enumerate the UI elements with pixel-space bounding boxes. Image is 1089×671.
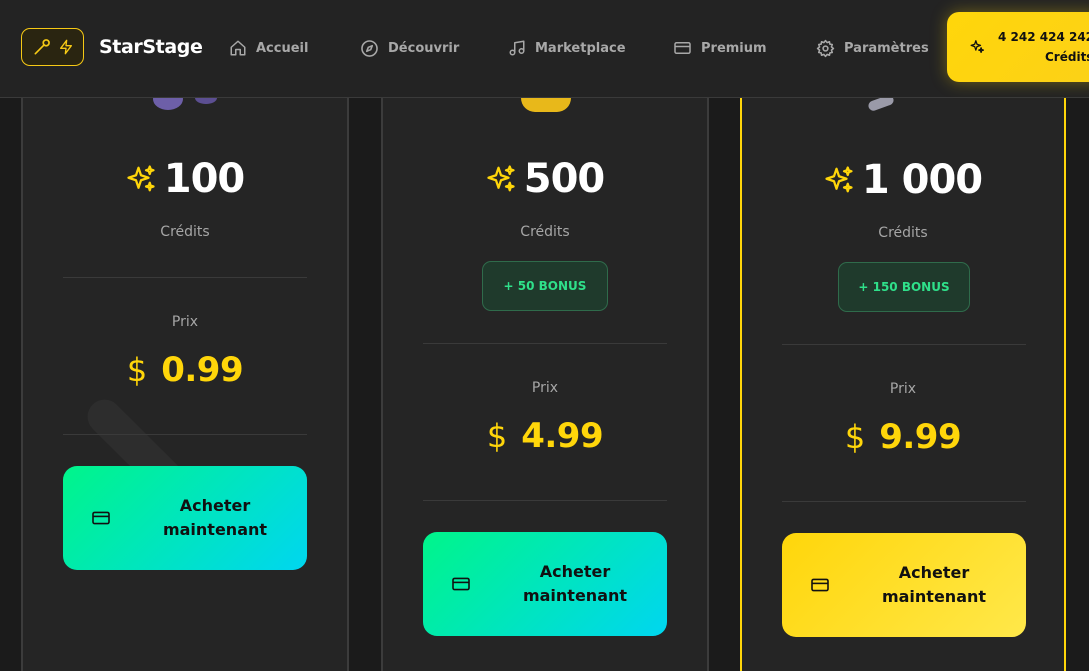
sparkle-icon xyxy=(487,165,515,192)
pack-amount-row: 500 xyxy=(383,156,707,202)
pack-amount-row: 1 000 xyxy=(742,157,1064,203)
pack-amount: 1 000 xyxy=(861,157,983,203)
pack-amount-row: 100 xyxy=(23,156,347,202)
credits-amount: 4 242 424 242 4 xyxy=(998,30,1089,44)
gear-icon xyxy=(816,39,835,57)
price-label: Prix xyxy=(171,314,199,330)
credit-pack-card: 500 Crédits + 50 BONUS Prix $ 4.99 Achet… xyxy=(381,40,709,671)
buy-button-label: Acheter maintenant xyxy=(881,563,987,606)
divider xyxy=(63,277,307,278)
buy-now-button[interactable]: Acheter maintenant xyxy=(63,466,307,570)
compass-icon xyxy=(361,39,378,57)
price-label: Prix xyxy=(889,381,917,397)
divider xyxy=(782,501,1026,502)
brand-name: StarStage xyxy=(99,36,203,58)
bonus-badge: + 50 BONUS xyxy=(482,261,608,311)
bonus-badge: + 150 BONUS xyxy=(838,262,970,312)
price-row: $ 4.99 xyxy=(383,416,707,456)
nav-item-parametres[interactable]: Paramètres xyxy=(816,36,929,60)
credit-card-icon xyxy=(92,511,110,525)
nav-item-decouvrir[interactable]: Découvrir xyxy=(360,36,459,60)
currency-symbol: $ xyxy=(844,418,866,456)
sparkle-icon xyxy=(825,166,853,193)
nav-label: Paramètres xyxy=(844,40,929,56)
nav-label: Accueil xyxy=(256,40,309,56)
buy-button-label: Acheter maintenant xyxy=(162,496,268,539)
pack-amount-label: Crédits xyxy=(160,224,210,240)
credits-unit: Crédits xyxy=(1045,50,1089,64)
divider xyxy=(423,343,667,344)
nav-label: Découvrir xyxy=(388,40,460,56)
pack-amount: 100 xyxy=(163,156,245,202)
pack-amount: 500 xyxy=(523,156,605,202)
currency-symbol: $ xyxy=(126,351,148,389)
divider xyxy=(782,344,1026,345)
divider xyxy=(63,434,307,435)
sparkle-icon xyxy=(970,40,984,53)
pack-amount-label: Crédits xyxy=(878,225,928,241)
wand-icon xyxy=(34,39,50,55)
buy-now-button[interactable]: Acheter maintenant xyxy=(423,532,667,636)
divider xyxy=(423,500,667,501)
buy-button-label: Acheter maintenant xyxy=(522,562,628,605)
logo-badge[interactable] xyxy=(21,28,84,66)
buy-now-button[interactable]: Acheter maintenant xyxy=(782,533,1026,637)
credit-card-icon xyxy=(811,578,829,592)
price-row: $ 9.99 xyxy=(742,417,1064,457)
nav-item-accueil[interactable]: Accueil xyxy=(229,36,308,60)
nav-label: Marketplace xyxy=(535,40,626,56)
music-icon xyxy=(509,40,525,56)
credit-pack-card-featured: 1 000 Crédits + 150 BONUS Prix $ 9.99 Ac… xyxy=(740,40,1066,671)
price-value: 9.99 xyxy=(879,417,962,457)
credit-card-icon xyxy=(674,42,691,54)
credits-balance-button[interactable]: 4 242 424 242 4 Crédits xyxy=(947,12,1089,82)
price-value: 4.99 xyxy=(521,416,604,456)
top-navigation-bar: StarStage Accueil Découvrir Marketplace … xyxy=(0,0,1089,98)
nav-item-premium[interactable]: Premium xyxy=(673,36,767,60)
lightning-icon xyxy=(59,39,72,55)
credit-pack-card: 100 Crédits Prix $ 0.99 Acheter maintena… xyxy=(21,40,349,671)
price-value: 0.99 xyxy=(161,350,244,390)
pack-illustration xyxy=(521,98,571,112)
credit-card-icon xyxy=(452,577,470,591)
currency-symbol: $ xyxy=(486,417,508,455)
sparkle-icon xyxy=(127,165,155,192)
nav-item-marketplace[interactable]: Marketplace xyxy=(508,36,626,60)
home-icon xyxy=(230,40,246,56)
nav-label: Premium xyxy=(701,40,767,56)
pack-amount-label: Crédits xyxy=(520,224,570,240)
price-row: $ 0.99 xyxy=(23,350,347,390)
price-label: Prix xyxy=(531,380,559,396)
